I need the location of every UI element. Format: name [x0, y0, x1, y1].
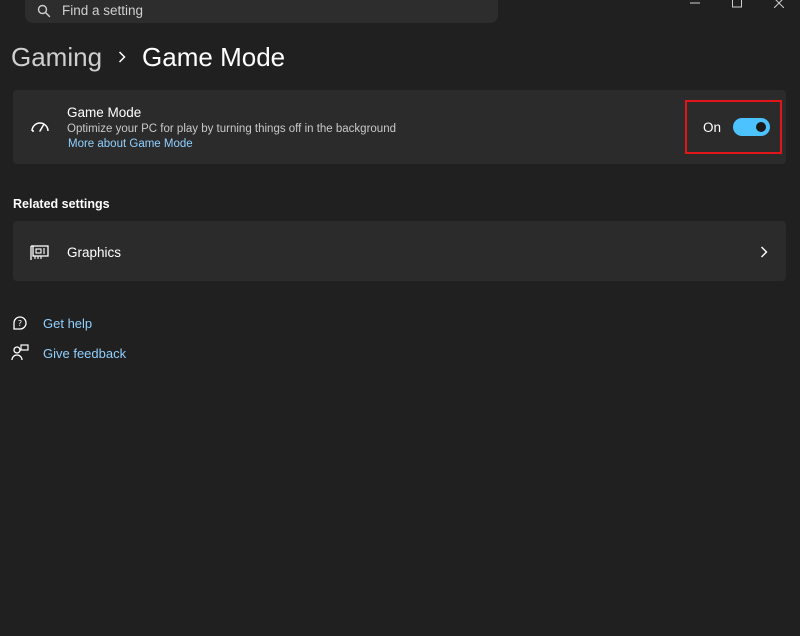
- minimize-button[interactable]: [674, 0, 716, 10]
- search-input[interactable]: [62, 3, 462, 18]
- settings-page: Gaming Game Mode Game Mode Optimize your…: [0, 0, 800, 636]
- game-mode-toggle[interactable]: [733, 118, 770, 136]
- close-button[interactable]: [758, 0, 800, 10]
- window-controls: [674, 0, 800, 10]
- related-settings-heading: Related settings: [13, 197, 110, 211]
- toggle-state-label: On: [702, 119, 721, 135]
- game-mode-card: Game Mode Optimize your PC for play by t…: [13, 90, 786, 164]
- search-icon: [37, 4, 51, 18]
- breadcrumb: Gaming Game Mode: [11, 40, 285, 74]
- speedometer-icon: [30, 118, 50, 136]
- breadcrumb-parent[interactable]: Gaming: [11, 42, 102, 73]
- give-feedback-link[interactable]: Give feedback: [11, 344, 126, 362]
- game-mode-description: Optimize your PC for play by turning thi…: [67, 123, 396, 135]
- toggle-knob: [756, 122, 766, 132]
- graphics-label: Graphics: [67, 245, 122, 260]
- page-title: Game Mode: [142, 41, 286, 72]
- more-about-game-mode-link[interactable]: More about Game Mode: [68, 138, 193, 150]
- graphics-card-icon: [30, 243, 50, 261]
- game-mode-toggle-highlight: On: [685, 100, 782, 154]
- get-help-label: Get help: [43, 315, 93, 331]
- feedback-icon: [11, 344, 29, 362]
- maximize-icon: [732, 0, 742, 8]
- give-feedback-label: Give feedback: [43, 345, 127, 361]
- minimize-icon: [690, 2, 700, 4]
- game-mode-title: Game Mode: [67, 105, 142, 120]
- graphics-setting-item[interactable]: Graphics: [13, 221, 786, 281]
- svg-text:?: ?: [18, 319, 22, 328]
- get-help-link[interactable]: ? Get help: [11, 314, 92, 332]
- search-box[interactable]: [25, 0, 498, 23]
- maximize-button[interactable]: [716, 0, 758, 10]
- chevron-right-icon: [102, 51, 142, 63]
- help-icon: ?: [11, 314, 29, 332]
- chevron-right-icon: [759, 245, 769, 259]
- close-icon: [774, 0, 784, 8]
